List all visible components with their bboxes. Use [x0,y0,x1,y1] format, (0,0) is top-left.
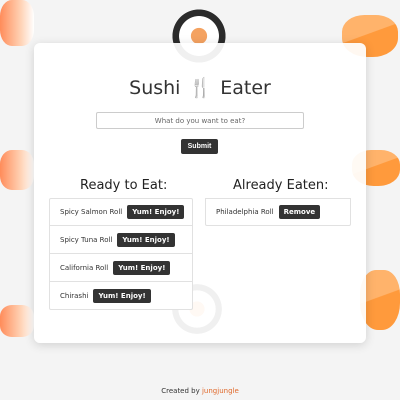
list-item: Spicy Salmon Roll Yum! Enjoy! [49,198,193,226]
item-label: Philadelphia Roll [216,208,274,216]
fork-knife-icon: 🍴 [188,77,213,99]
author-link[interactable]: jungjungle [202,387,239,395]
enjoy-button[interactable]: Yum! Enjoy! [117,232,175,247]
footer: Created by jungjungle [0,387,400,395]
list-item: Chirashi Yum! Enjoy! [49,282,193,310]
footer-prefix: Created by [161,387,200,395]
item-label: Chirashi [60,291,89,300]
food-search-input[interactable] [96,112,304,129]
enjoy-button[interactable]: Yum! Enjoy! [113,260,171,275]
shrimp-image [0,305,34,337]
ready-to-eat-list: Spicy Salmon Roll Yum! Enjoy! Spicy Tuna… [49,198,193,310]
list-item: Spicy Tuna Roll Yum! Enjoy! [49,226,193,254]
shrimp-image [0,0,34,46]
item-label: Spicy Salmon Roll [60,208,123,216]
item-label: California Roll [60,263,109,272]
enjoy-button[interactable]: Yum! Enjoy! [93,288,151,303]
already-eaten-list: Philadelphia Roll Remove [205,198,351,226]
title-text-right: Eater [220,77,271,99]
nigiri-image [360,270,400,330]
page-title: Sushi 🍴 Eater [34,76,366,99]
main-card: Sushi 🍴 Eater Submit Ready to Eat: Alrea… [34,43,366,343]
item-label: Spicy Tuna Roll [60,235,113,244]
submit-button[interactable]: Submit [181,139,218,154]
list-item: Philadelphia Roll Remove [205,198,351,226]
ready-to-eat-heading: Ready to Eat: [80,178,168,193]
title-text-left: Sushi [129,77,181,99]
list-item: California Roll Yum! Enjoy! [49,254,193,282]
remove-button[interactable]: Remove [278,205,321,219]
enjoy-button[interactable]: Yum! Enjoy! [127,205,185,219]
shrimp-image [0,150,34,190]
already-eaten-heading: Already Eaten: [233,178,329,193]
